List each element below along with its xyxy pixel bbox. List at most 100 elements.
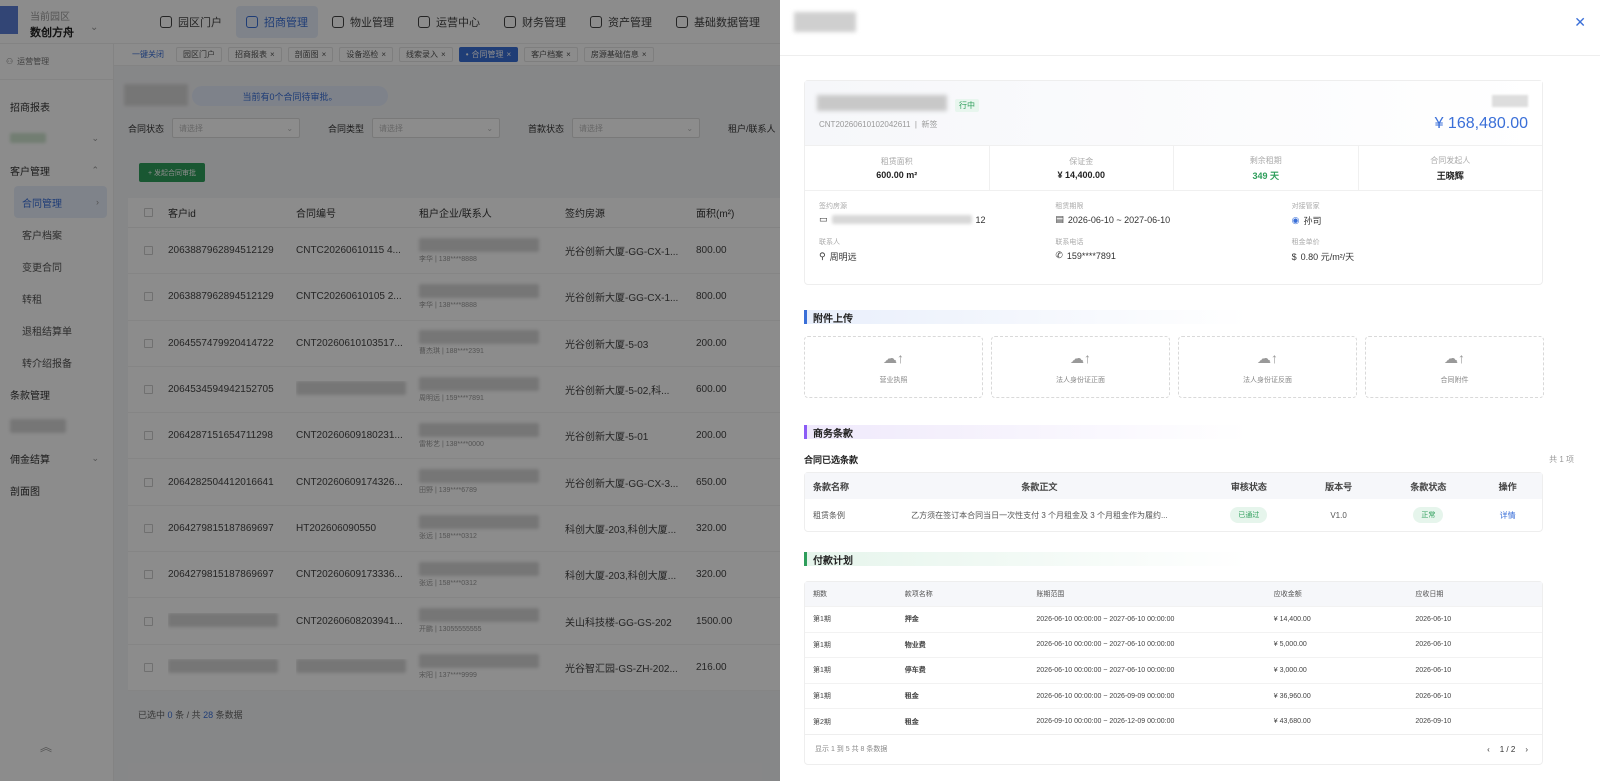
pagination-info: 显示 1 到 5 共 8 条数据 <box>815 746 888 754</box>
cell-date: 2026-06-10 <box>1415 666 1452 674</box>
info-label: 联系电话 <box>1055 239 1084 246</box>
stat-remaining: 剩余租期 349 天 <box>1174 146 1359 190</box>
cloud-upload-icon: ☁↑ <box>1257 349 1278 366</box>
blurred-amount-label <box>1492 95 1528 107</box>
cell-period: 第1期 <box>813 641 831 649</box>
upload-section-title: 附件上传 <box>804 310 1543 325</box>
stat-value: ¥ 14,400.00 <box>1057 170 1106 180</box>
stat-value: 600.00 m² <box>876 170 918 180</box>
terms-section-title: 商务条款 <box>804 425 1543 440</box>
stat-area: 租赁面积 600.00 m² <box>805 146 990 190</box>
terms-table: 条款名称 条款正文 审核状态 版本号 条款状态 操作 租赁条例 乙方须在签订本合… <box>804 472 1543 532</box>
cell-item: 物业费 <box>904 641 926 649</box>
cell-date: 2026-06-10 <box>1415 615 1452 623</box>
table-row: 第1期 押金 2026-06-10 00:00:00 ~ 2027-06-10 00… <box>805 606 1542 632</box>
cell-amount: ¥ 3,000.00 <box>1273 666 1307 674</box>
col-header: 期数 <box>813 591 827 598</box>
term-version: V1.0 <box>1330 510 1347 520</box>
cell-range: 2026-06-10 00:00:00 ~ 2027-06-10 00:00:0… <box>1036 666 1175 674</box>
cell-date: 2026-06-10 <box>1415 692 1452 700</box>
info-label: 签约房源 <box>819 203 847 210</box>
chevron-left-icon[interactable]: ‹ <box>1487 745 1490 754</box>
upload-id-back[interactable]: ☁↑ 法人身份证反面 <box>1178 336 1357 398</box>
stat-value: 王晓辉 <box>1436 170 1464 181</box>
dollar-icon: $ <box>1291 251 1297 262</box>
payment-footer: 显示 1 到 5 共 8 条数据 ‹ 1 / 2 › <box>805 733 1542 764</box>
info-manager: 对接管家 ◉ 孙司 <box>1292 201 1528 227</box>
info-label: 联系人 <box>819 239 840 246</box>
cell-range: 2026-09-10 00:00:00 ~ 2026-12-09 00:00:0… <box>1036 718 1175 726</box>
total-amount: ¥ 168,480.00 <box>1434 115 1528 132</box>
col-header: 审核状态 <box>1230 481 1267 492</box>
cell-item: 押金 <box>904 616 919 624</box>
cell-period: 第1期 <box>813 616 831 624</box>
building-icon: ▭ <box>819 214 828 224</box>
table-row: 租赁条例 乙方须在签订本合同当日一次性支付 3 个月租金及 3 个月租金作为履约… <box>805 499 1542 531</box>
sign-type: 新签 <box>921 120 938 129</box>
table-row: 第1期 租金 2026-06-10 00:00:00 ~ 2026-09-09 00… <box>805 682 1542 709</box>
stat-value: 349 天 <box>1252 170 1280 181</box>
col-header: 条款名称 <box>813 481 850 492</box>
info-value: 2026-06-10 ~ 2027-06-10 <box>1067 214 1171 225</box>
contract-summary-card: 行中 CNT20260610102042611 | 新签 ¥ 168,480.0… <box>804 80 1543 285</box>
cloud-upload-icon: ☁↑ <box>883 349 904 366</box>
stat-label: 保证金 <box>1069 157 1094 166</box>
term-body: 乙方须在签订本合同当日一次性支付 3 个月租金及 3 个月租金作为履约... <box>911 510 1168 520</box>
cell-range: 2026-06-10 00:00:00 ~ 2027-06-10 00:00:0… <box>1036 615 1175 623</box>
stat-initiator: 合同发起人 王晓辉 <box>1359 146 1543 190</box>
stat-label: 租赁面积 <box>880 157 913 166</box>
upload-id-front[interactable]: ☁↑ 法人身份证正面 <box>991 336 1170 398</box>
terms-subtitle: 合同已选条款 <box>804 455 859 465</box>
cell-date: 2026-09-10 <box>1415 718 1452 726</box>
contract-code: CNT20260610102042611 | 新签 <box>819 120 938 129</box>
cell-amount: ¥ 5,000.00 <box>1273 641 1307 649</box>
info-label: 租金单价 <box>1291 239 1320 246</box>
audit-badge: 已通过 <box>1230 507 1268 523</box>
upload-label: 合同附件 <box>1440 376 1469 384</box>
col-header: 条款状态 <box>1410 481 1447 492</box>
stat-label: 剩余租期 <box>1249 155 1282 165</box>
cloud-upload-icon: ☁↑ <box>1444 349 1465 366</box>
upload-label: 营业执照 <box>879 376 908 384</box>
cell-amount: ¥ 43,680.00 <box>1273 718 1311 726</box>
payment-table: 期数 款项名称 账期范围 应收金额 应收日期 第1期 押金 2026-06-10 0… <box>804 581 1543 765</box>
col-header: 应收金额 <box>1273 591 1302 598</box>
table-header: 期数 款项名称 账期范围 应收金额 应收日期 <box>805 582 1542 606</box>
cell-period: 第1期 <box>813 693 831 701</box>
table-row: 第1期 停车费 2026-06-10 00:00:00 ~ 2027-06-10 0… <box>805 657 1542 683</box>
calendar-icon: ▤ <box>1055 214 1064 224</box>
info-phone: 联系电话 ✆ 159****7891 <box>1055 237 1291 263</box>
cell-item: 租金 <box>904 693 919 701</box>
close-icon[interactable]: ✕ <box>1574 14 1586 31</box>
status-badge: 行中 <box>955 99 979 112</box>
info-value: 12 <box>975 214 986 225</box>
terms-count: 共 1 项 <box>1549 455 1574 464</box>
stat-deposit: 保证金 ¥ 14,400.00 <box>990 146 1174 190</box>
info-price: 租金单价 $0.80 元/m²/天 <box>1292 237 1528 263</box>
cell-period: 第2期 <box>813 718 831 726</box>
person-icon: ⚲ <box>819 251 826 261</box>
blurred-title <box>794 12 856 32</box>
info-contact: 联系人 ⚲ 周明远 <box>819 237 1055 263</box>
upload-attachment[interactable]: ☁↑ 合同附件 <box>1365 336 1544 398</box>
col-header: 款项名称 <box>904 591 933 598</box>
upload-row: ☁↑ 营业执照 ☁↑ 法人身份证正面 ☁↑ 法人身份证反面 ☁↑ 合同附件 <box>804 336 1544 398</box>
info-value: 159****7891 <box>1066 250 1116 261</box>
cell-date: 2026-06-10 <box>1415 641 1452 649</box>
modal-overlay[interactable] <box>0 0 780 781</box>
blurred-room <box>831 215 972 224</box>
table-row: 第2期 租金 2026-09-10 00:00:00 ~ 2026-12-09 00… <box>805 708 1542 734</box>
cell-period: 第1期 <box>813 667 831 675</box>
stats-row: 租赁面积 600.00 m² 保证金 ¥ 14,400.00 剩余租期 349 天 合… <box>805 145 1542 191</box>
info-value: 0.80 元/m²/天 <box>1300 252 1355 262</box>
info-term: 租赁期限 ▤ 2026-06-10 ~ 2027-06-10 <box>1055 201 1291 227</box>
upload-license[interactable]: ☁↑ 营业执照 <box>804 336 983 398</box>
detail-link[interactable]: 详情 <box>1473 510 1542 521</box>
col-header: 应收日期 <box>1415 591 1444 598</box>
upload-label: 法人身份证正面 <box>1056 376 1105 384</box>
chevron-right-icon[interactable]: › <box>1525 745 1528 754</box>
info-room: 签约房源 ▭ 12 <box>819 201 1055 227</box>
col-header: 版本号 <box>1325 481 1353 492</box>
drawer-header: ✕ <box>780 0 1600 56</box>
blurred-tenant-name <box>817 95 947 111</box>
